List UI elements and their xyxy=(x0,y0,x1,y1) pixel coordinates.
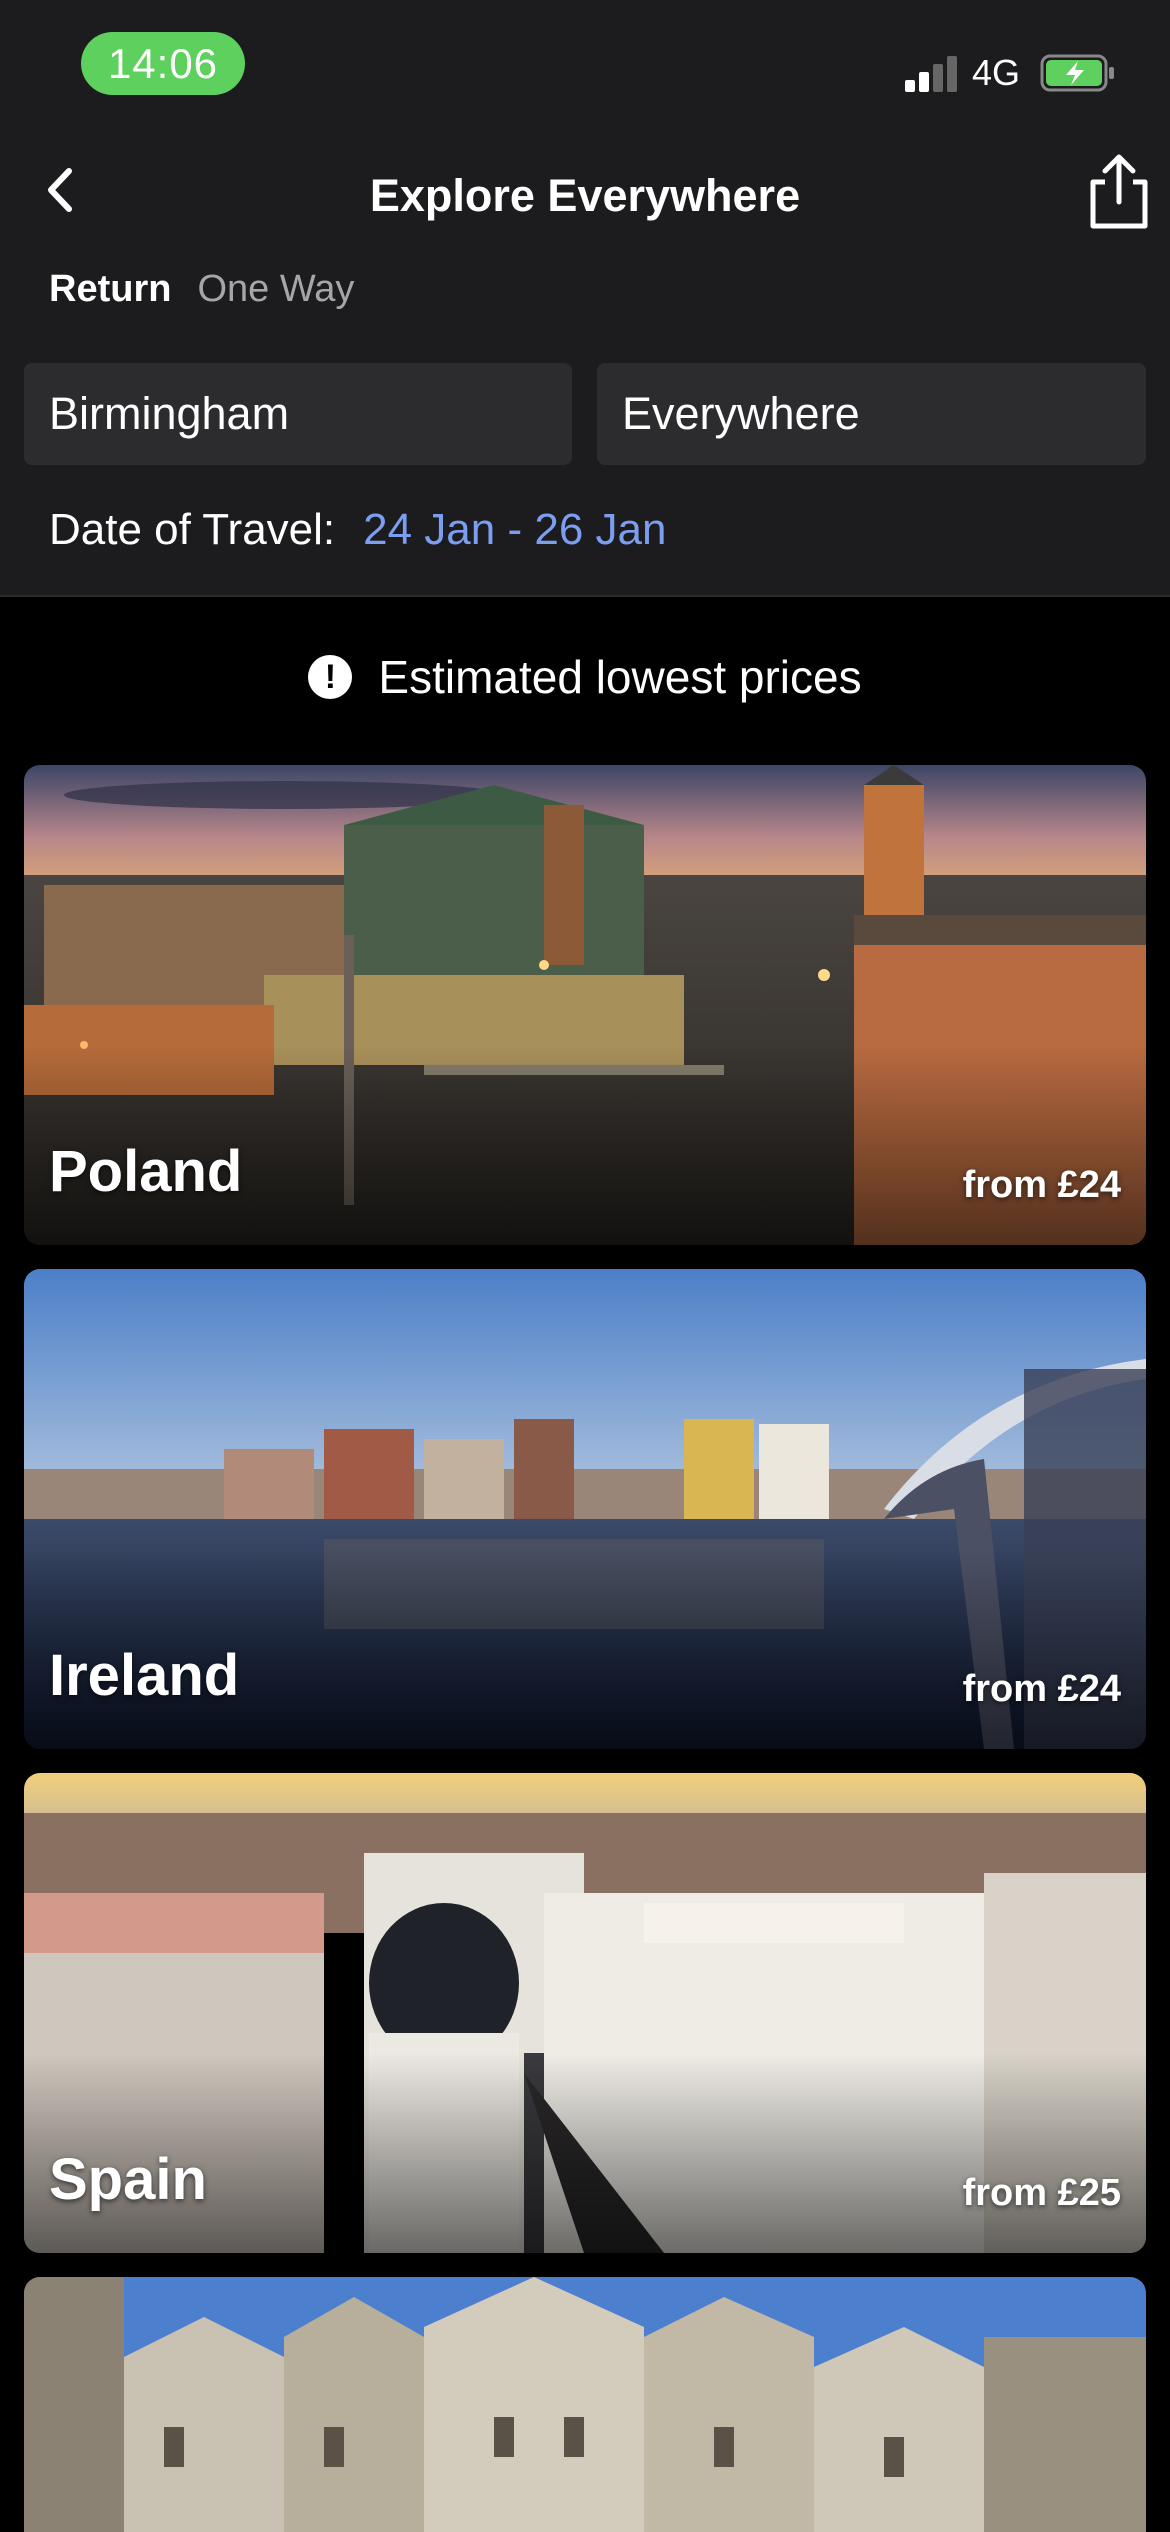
tab-one-way[interactable]: One Way xyxy=(197,268,354,311)
network-type: 4G xyxy=(972,52,1021,93)
share-icon[interactable] xyxy=(1083,152,1155,232)
price-notice: ! Estimated lowest prices xyxy=(0,650,1170,704)
destination-price: from £25 xyxy=(962,2172,1121,2214)
page-title: Explore Everywhere xyxy=(369,170,801,221)
destination-field[interactable]: Everywhere xyxy=(597,363,1146,465)
exclamation-circle-icon: ! xyxy=(308,655,353,699)
destination-country: Spain xyxy=(49,2147,207,2212)
destination-card-poland[interactable]: Poland from £24 xyxy=(24,765,1146,1245)
trip-type-tabs: Return One Way xyxy=(49,268,354,311)
date-range-link[interactable]: 24 Jan - 26 Jan xyxy=(363,505,666,555)
destination-photo xyxy=(24,2277,1146,2532)
destination-card-spain[interactable]: Spain from £25 xyxy=(24,1773,1146,2253)
status-bar: 14:06 4G xyxy=(0,0,1170,140)
cellular-signal-icon xyxy=(905,56,957,92)
battery-charging-icon xyxy=(1040,54,1114,92)
destination-price: from £24 xyxy=(962,1164,1121,1206)
date-label: Date of Travel: xyxy=(49,505,336,554)
origin-field[interactable]: Birmingham xyxy=(24,363,572,465)
destination-card-partial[interactable] xyxy=(24,2277,1146,2532)
travel-date-row: Date of Travel: 24 Jan - 26 Jan xyxy=(49,505,666,555)
search-header: Explore Everywhere Return One Way Birmin… xyxy=(0,140,1170,597)
tab-return[interactable]: Return xyxy=(49,268,171,311)
destination-country: Ireland xyxy=(49,1643,240,1708)
destination-country: Poland xyxy=(49,1139,243,1204)
destination-card-ireland[interactable]: Ireland from £24 xyxy=(24,1269,1146,1749)
status-time: 14:06 xyxy=(81,32,245,95)
notice-text: Estimated lowest prices xyxy=(378,651,862,703)
destination-price: from £24 xyxy=(962,1668,1121,1710)
